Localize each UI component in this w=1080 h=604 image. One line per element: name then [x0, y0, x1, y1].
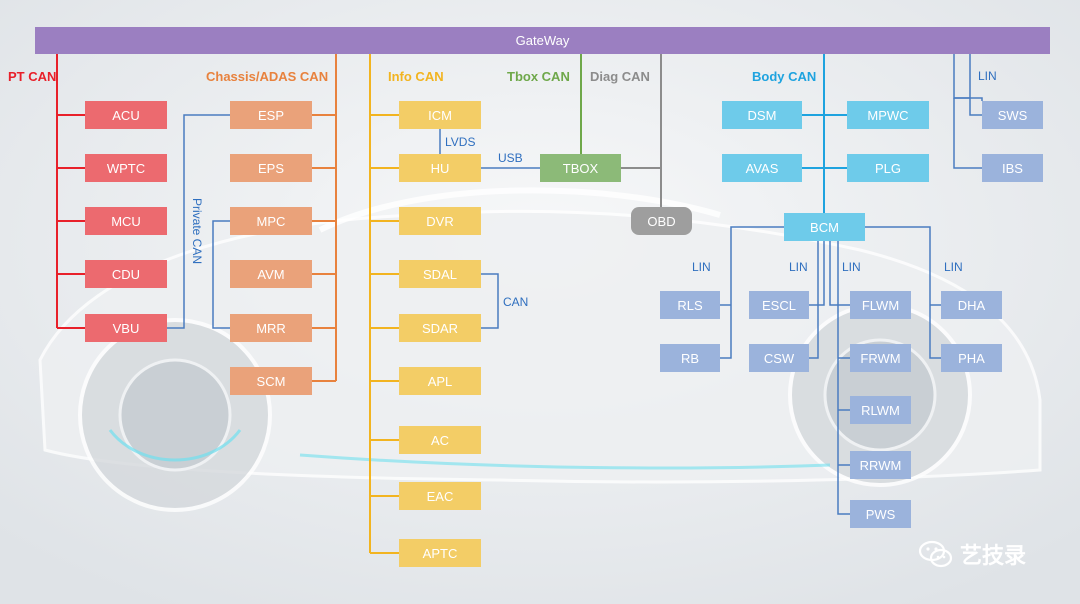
usb-label: USB	[498, 151, 523, 165]
node-acu[interactable]: ACU	[85, 101, 167, 129]
watermark: 艺技录	[918, 538, 1026, 570]
node-dha[interactable]: DHA	[941, 291, 1002, 319]
node-obd[interactable]: OBD	[631, 207, 692, 235]
node-esp[interactable]: ESP	[230, 101, 312, 129]
lin-label-4: LIN	[944, 260, 963, 274]
node-pws[interactable]: PWS	[850, 500, 911, 528]
lin-label-2: LIN	[789, 260, 808, 274]
info-can-label: Info CAN	[388, 69, 444, 84]
node-eps[interactable]: EPS	[230, 154, 312, 182]
can-link-label: CAN	[503, 295, 529, 309]
diag-can-label: Diag CAN	[590, 69, 650, 84]
node-rls[interactable]: RLS	[660, 291, 720, 319]
node-rb[interactable]: RB	[660, 344, 720, 372]
wechat-icon	[918, 540, 953, 568]
node-eac[interactable]: EAC	[399, 482, 481, 510]
lin-label-1: LIN	[692, 260, 711, 274]
node-pha[interactable]: PHA	[941, 344, 1002, 372]
node-aptc[interactable]: APTC	[399, 539, 481, 567]
node-scm[interactable]: SCM	[230, 367, 312, 395]
watermark-text: 艺技录	[960, 543, 1027, 568]
bus-lines	[56, 54, 983, 554]
lin-label-3: LIN	[842, 260, 861, 274]
node-dsm[interactable]: DSM	[722, 101, 802, 129]
gateway-bus: GateWay	[35, 27, 1050, 54]
chassis-can-bus	[312, 54, 337, 382]
node-frwm[interactable]: FRWM	[850, 344, 911, 372]
node-icm[interactable]: ICM	[399, 101, 481, 129]
node-mcu[interactable]: MCU	[85, 207, 167, 235]
node-mpc[interactable]: MPC	[230, 207, 312, 235]
node-rlwm[interactable]: RLWM	[850, 396, 911, 424]
node-cdu[interactable]: CDU	[85, 260, 167, 288]
node-flwm[interactable]: FLWM	[850, 291, 911, 319]
gateway-lin-label: LIN	[978, 69, 997, 83]
node-ac[interactable]: AC	[399, 426, 481, 454]
node-vbu[interactable]: VBU	[85, 314, 167, 342]
node-sws[interactable]: SWS	[982, 101, 1043, 129]
node-rrwm[interactable]: RRWM	[850, 451, 911, 479]
gateway-label: GateWay	[515, 33, 570, 48]
node-wptc[interactable]: WPTC	[85, 154, 167, 182]
node-mrr[interactable]: MRR	[230, 314, 312, 342]
body-can-label: Body CAN	[752, 69, 817, 84]
node-avas[interactable]: AVAS	[722, 154, 802, 182]
node-apl[interactable]: APL	[399, 367, 481, 395]
node-tbox[interactable]: TBOX	[540, 154, 621, 182]
node-avm[interactable]: AVM	[230, 260, 312, 288]
tbox-can-label: Tbox CAN	[507, 69, 570, 84]
node-plg[interactable]: PLG	[847, 154, 929, 182]
node-bcm[interactable]: BCM	[784, 213, 865, 241]
info-can-bus	[369, 54, 399, 554]
node-escl[interactable]: ESCL	[749, 291, 809, 319]
private-can-label: Private CAN	[190, 198, 204, 265]
pt-can-bus	[56, 54, 85, 329]
pt-can-label: PT CAN	[8, 69, 57, 84]
node-sdal[interactable]: SDAL	[399, 260, 481, 288]
lvds-label: LVDS	[445, 135, 476, 149]
node-hu[interactable]: HU	[399, 154, 481, 182]
node-dvr[interactable]: DVR	[399, 207, 481, 235]
node-ibs[interactable]: IBS	[982, 154, 1043, 182]
chassis-can-label: Chassis/ADAS CAN	[206, 69, 329, 84]
node-sdar[interactable]: SDAR	[399, 314, 481, 342]
node-csw[interactable]: CSW	[749, 344, 809, 372]
diagram-canvas: GateWay PT CAN Chassis/ADAS CAN Info CAN…	[0, 0, 1080, 604]
node-mpwc[interactable]: MPWC	[847, 101, 929, 129]
